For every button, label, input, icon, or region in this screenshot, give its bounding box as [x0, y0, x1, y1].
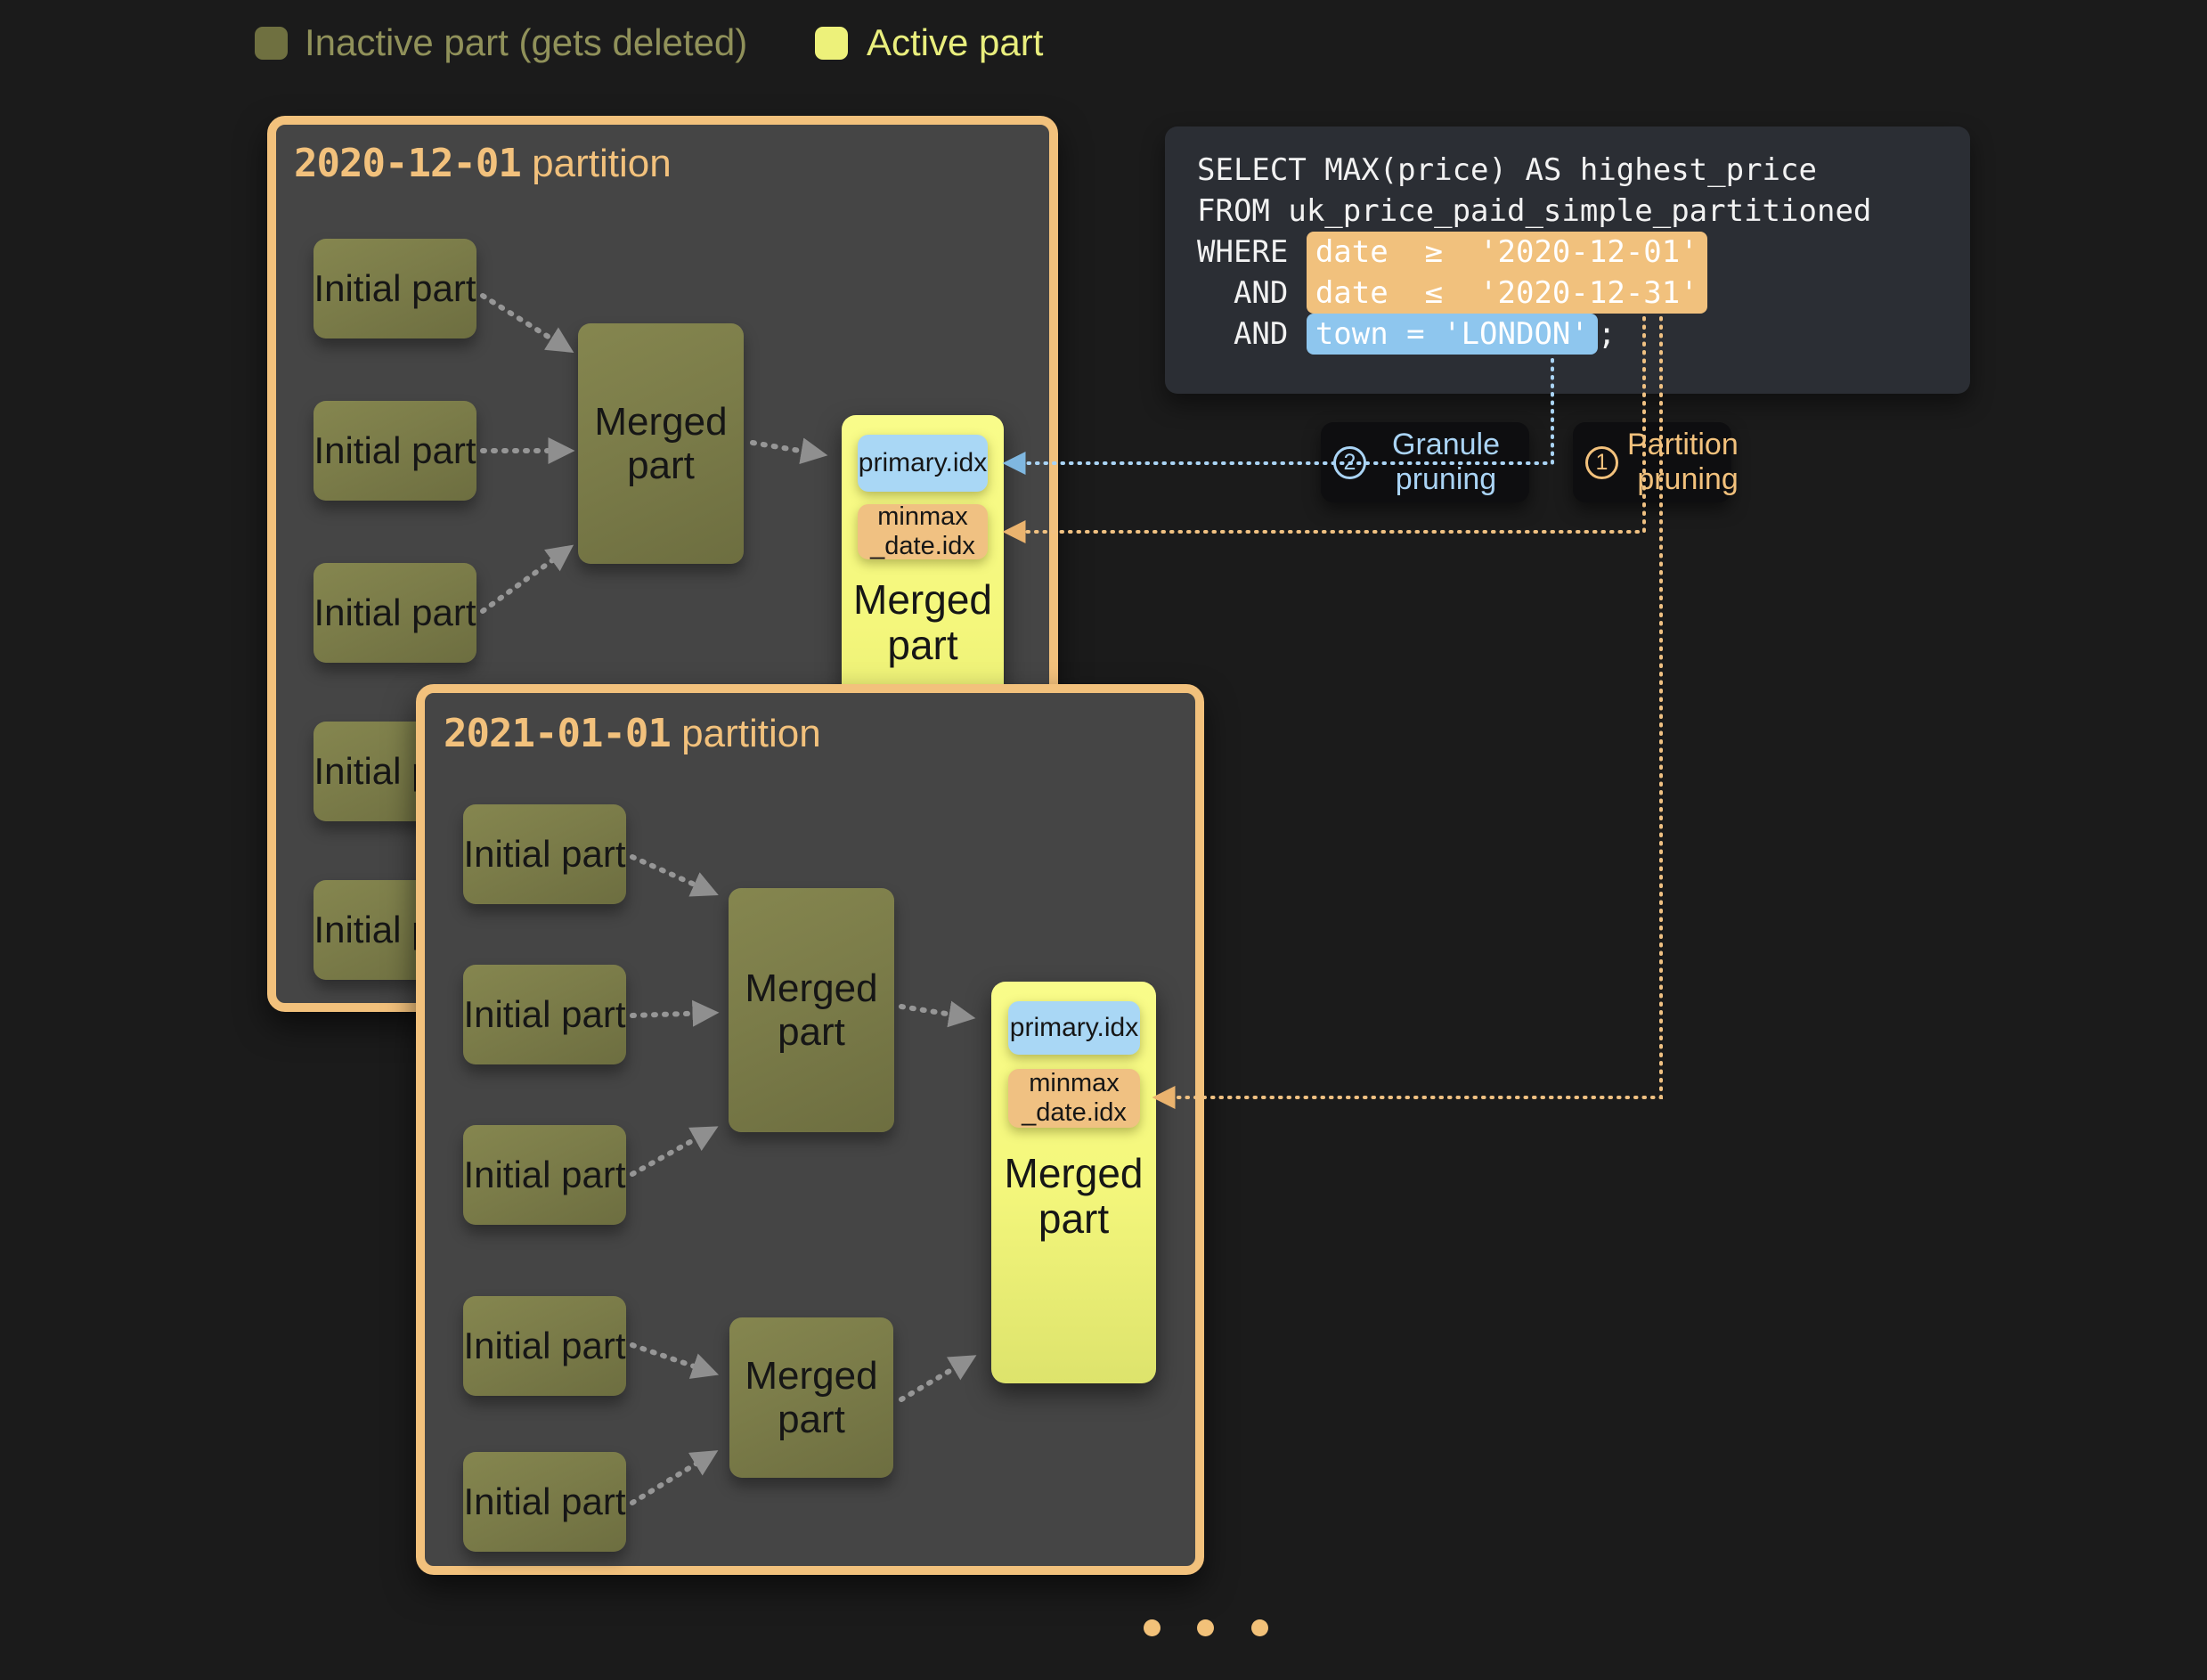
- partition-pruning-callout: 1 Partition pruning: [1573, 422, 1731, 502]
- partition-2021-01-01: 2021-01-01 partition Initial part Initia…: [416, 684, 1204, 1575]
- carousel-dot[interactable]: [1251, 1619, 1268, 1636]
- partition-title: 2020-12-01 partition: [294, 141, 672, 186]
- initial-part: Initial part: [314, 563, 476, 663]
- merged-part-active: primary.idx minmax _date.idx Merged part: [991, 982, 1156, 1383]
- minmax-date-idx-badge: minmax _date.idx: [1008, 1069, 1140, 1128]
- partition-pruning-label: Partition pruning: [1627, 428, 1739, 497]
- sql-semicolon: ;: [1598, 316, 1616, 352]
- primary-idx-badge: primary.idx: [858, 435, 988, 492]
- sql-line-select: SELECT MAX(price) AS highest_price: [1197, 150, 1938, 191]
- sql-line-and-date: AND date ≤ '2020-12-31': [1197, 273, 1938, 314]
- merged-part-inactive: Merged part: [729, 888, 894, 1132]
- partition-suffix: partition: [521, 142, 672, 185]
- sql-keyword: AND: [1197, 275, 1307, 311]
- sql-line-where: WHERE date ≥ '2020-12-01': [1197, 232, 1938, 273]
- initial-part: Initial part: [314, 401, 476, 501]
- active-part-swatch: [815, 27, 848, 60]
- initial-part: Initial part: [314, 239, 476, 338]
- initial-part: Initial part: [463, 1125, 626, 1225]
- sql-line-and-town: AND town = 'LONDON';: [1197, 314, 1938, 355]
- partition-pruning-diagram: { "legend": { "inactive": "Inactive part…: [0, 0, 2207, 1680]
- inactive-part-swatch: [255, 27, 288, 60]
- partition-suffix: partition: [671, 712, 821, 755]
- partition-title: 2021-01-01 partition: [444, 711, 821, 756]
- primary-idx-badge: primary.idx: [1008, 1001, 1140, 1055]
- sql-town-highlight: town = 'LONDON': [1307, 314, 1598, 355]
- carousel-dot[interactable]: [1144, 1619, 1161, 1636]
- initial-part: Initial part: [463, 1296, 626, 1396]
- merged-part-inactive: Merged part: [578, 323, 744, 564]
- step-1-circle: 1: [1585, 446, 1618, 479]
- legend-active-label: Active part: [867, 20, 1043, 66]
- sql-query-panel: SELECT MAX(price) AS highest_price FROM …: [1165, 126, 1970, 394]
- carousel-dot[interactable]: [1197, 1619, 1214, 1636]
- granule-pruning-callout: 2 Granule pruning: [1321, 422, 1529, 502]
- initial-part: Initial part: [463, 804, 626, 904]
- merged-part-inactive: Merged part: [729, 1317, 893, 1478]
- sql-date-ge-highlight: date ≥ '2020-12-01': [1307, 232, 1707, 273]
- initial-part: Initial part: [463, 965, 626, 1064]
- partition-date: 2021-01-01: [444, 711, 671, 756]
- sql-keyword: WHERE: [1197, 234, 1307, 270]
- sql-keyword: AND: [1197, 316, 1307, 352]
- legend-inactive-label: Inactive part (gets deleted): [305, 20, 747, 66]
- initial-part: Initial part: [463, 1452, 626, 1552]
- partition-date: 2020-12-01: [294, 141, 521, 186]
- merged-part-label: Merged part: [842, 577, 1004, 668]
- merged-part-label: Merged part: [991, 1151, 1156, 1242]
- granule-pruning-label: Granule pruning: [1375, 428, 1517, 497]
- minmax-date-idx-badge: minmax _date.idx: [858, 504, 988, 559]
- step-2-circle: 2: [1333, 446, 1366, 479]
- sql-date-le-highlight: date ≤ '2020-12-31': [1307, 273, 1707, 314]
- sql-line-from: FROM uk_price_paid_simple_partitioned: [1197, 191, 1938, 232]
